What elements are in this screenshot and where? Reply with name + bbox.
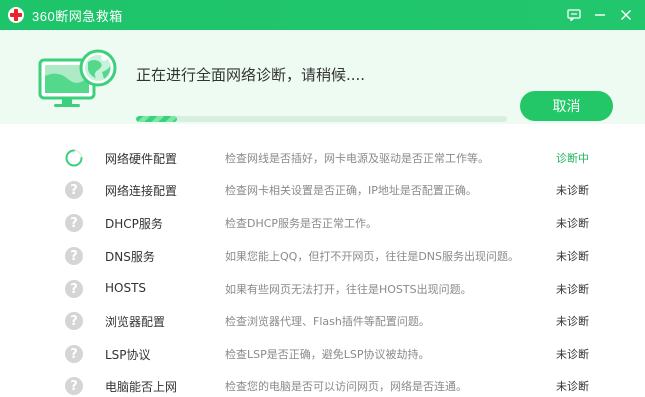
item-description: 检查LSP是否正确，避免LSP协议被劫持。 bbox=[225, 348, 430, 361]
item-name: LSP协议 bbox=[105, 348, 151, 362]
item-name: 浏览器配置 bbox=[105, 315, 166, 329]
diagnosis-item-connection: ? 网络连接配置 检查网卡相关设置是否正确，IP地址是否配置正确。 未诊断 bbox=[0, 173, 645, 205]
close-button[interactable] bbox=[613, 0, 639, 30]
diagnosis-item-list: 网络硬件配置 检查网线是否插好，网卡电源及驱动是否正常工作等。 诊断中 ? 网络… bbox=[0, 124, 645, 397]
cancel-button[interactable]: 取消 bbox=[520, 91, 613, 121]
diagnosis-item-dhcp: ? DHCP服务 检查DHCP服务是否正常工作。 未诊断 bbox=[0, 206, 645, 238]
diagnosis-item-browser: ? 浏览器配置 检查浏览器代理、Flash插件等配置问题。 未诊断 bbox=[0, 304, 645, 336]
item-status: 未诊断 bbox=[556, 217, 589, 230]
question-icon: ? bbox=[65, 247, 83, 265]
question-icon: ? bbox=[65, 312, 83, 330]
item-name: HOSTS bbox=[105, 281, 147, 295]
question-icon: ? bbox=[65, 181, 83, 199]
status-message: 正在进行全面网络诊断，请稍候.... bbox=[136, 66, 366, 84]
computer-globe-icon bbox=[38, 49, 117, 107]
item-status: 诊断中 bbox=[556, 152, 589, 165]
item-description: 检查DHCP服务是否正常工作。 bbox=[225, 217, 378, 230]
item-status: 未诊断 bbox=[556, 315, 589, 328]
question-icon: ? bbox=[65, 214, 83, 232]
item-name: DNS服务 bbox=[105, 250, 155, 264]
question-icon: ? bbox=[65, 377, 83, 395]
progress-fill bbox=[136, 116, 177, 122]
diagnosis-item-lsp: ? LSP协议 检查LSP是否正确，避免LSP协议被劫持。 未诊断 bbox=[0, 337, 645, 369]
item-description: 检查浏览器代理、Flash插件等配置问题。 bbox=[225, 315, 430, 328]
diagnosis-item-hosts: ? HOSTS 如果有些网页无法打开，往往是HOSTS出现问题。 未诊断 bbox=[0, 272, 645, 304]
item-description: 如果有些网页无法打开，往往是HOSTS出现问题。 bbox=[225, 283, 472, 296]
minimize-button[interactable] bbox=[587, 0, 613, 30]
diagnosis-header: 正在进行全面网络诊断，请稍候.... 取消 bbox=[0, 30, 645, 124]
feedback-icon bbox=[567, 9, 581, 21]
item-status: 未诊断 bbox=[556, 380, 589, 393]
title-bar: 360断网急救箱 bbox=[0, 0, 645, 30]
item-status: 未诊断 bbox=[556, 348, 589, 361]
diagnosis-progress-bar bbox=[136, 116, 507, 122]
item-name: 网络硬件配置 bbox=[105, 152, 178, 166]
item-description: 检查网线是否插好，网卡电源及驱动是否正常工作等。 bbox=[225, 152, 489, 165]
item-description: 检查您的电脑是否可以访问网页，网络是否连通。 bbox=[225, 380, 467, 393]
item-description: 检查网卡相关设置是否正确，IP地址是否配置正确。 bbox=[225, 184, 477, 197]
item-status: 未诊断 bbox=[556, 283, 589, 296]
diagnosis-item-hardware: 网络硬件配置 检查网线是否插好，网卡电源及驱动是否正常工作等。 诊断中 bbox=[0, 141, 645, 173]
item-description: 如果您能上QQ，但打不开网页，往往是DNS服务出现问题。 bbox=[225, 250, 519, 263]
item-name: 网络连接配置 bbox=[105, 184, 178, 198]
item-name: 电脑能否上网 bbox=[105, 380, 178, 394]
item-name: DHCP服务 bbox=[105, 217, 163, 231]
item-status: 未诊断 bbox=[556, 184, 589, 197]
question-icon: ? bbox=[65, 280, 83, 298]
item-status: 未诊断 bbox=[556, 250, 589, 263]
window-controls bbox=[561, 0, 639, 30]
diagnosis-item-dns: ? DNS服务 如果您能上QQ，但打不开网页，往往是DNS服务出现问题。 未诊断 bbox=[0, 239, 645, 271]
window-title: 360断网急救箱 bbox=[32, 8, 123, 24]
diagnosis-item-internet: ? 电脑能否上网 检查您的电脑是否可以访问网页，网络是否连通。 未诊断 bbox=[0, 369, 645, 397]
minimize-icon bbox=[595, 14, 605, 16]
feedback-button[interactable] bbox=[561, 0, 587, 30]
loading-spinner-icon bbox=[65, 149, 83, 167]
question-icon: ? bbox=[65, 345, 83, 363]
app-logo-icon bbox=[8, 7, 24, 23]
close-icon bbox=[621, 10, 631, 20]
